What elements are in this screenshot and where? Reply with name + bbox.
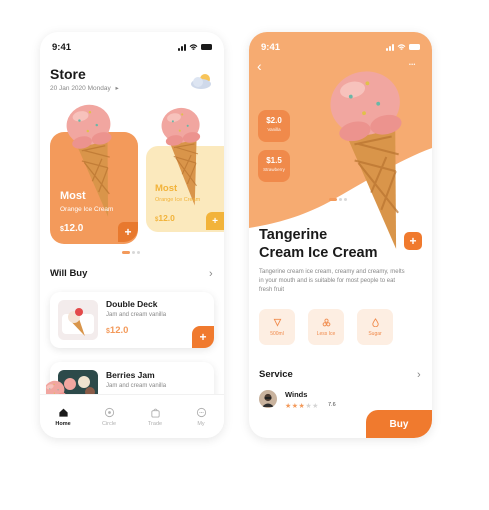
- featured-price: $12.0: [155, 213, 175, 223]
- product-detail-screen: 9:41 ‹ ••• $2.0 Vanilla $1.5 Strawberry …: [249, 32, 432, 438]
- product-title: Tangerine Cream Ice Cream: [259, 226, 389, 262]
- date-selector[interactable]: 20 Jan 2020 Monday ▸: [50, 84, 119, 92]
- service-chevron-icon[interactable]: ›: [417, 369, 421, 381]
- item-description: Jam and cream vanilla: [106, 383, 167, 389]
- store-screen: 9:41 Store 20 Jan 2020 Monday ▸ Most Ora…: [40, 32, 224, 438]
- back-button[interactable]: ‹: [257, 58, 262, 74]
- circle-icon: [104, 407, 114, 417]
- ice-icon: [322, 318, 330, 326]
- page-dot: [339, 198, 342, 201]
- feature-sugar[interactable]: Sugar: [357, 309, 393, 345]
- signal-icon: [386, 43, 394, 51]
- badge-price: $2.0: [266, 116, 282, 125]
- topping-badge-vanilla[interactable]: $2.0 Vanilla: [258, 110, 290, 142]
- page-dot: [132, 251, 135, 254]
- price-value: 12.0: [63, 223, 84, 234]
- signal-icon: [178, 43, 186, 51]
- page-title: Store: [50, 66, 86, 82]
- item-name: Double Deck: [106, 299, 158, 309]
- item-name: Berries Jam: [106, 370, 155, 380]
- cloud-sun-icon: [190, 72, 214, 95]
- avatar: [259, 390, 277, 408]
- featured-title: Most: [155, 183, 178, 194]
- add-item-button[interactable]: +: [192, 326, 214, 348]
- page-dot: [122, 251, 130, 254]
- badge-label: Strawberry: [263, 167, 285, 172]
- tab-label: My: [197, 420, 205, 427]
- item-description: Jam and cream vanilla: [106, 312, 167, 318]
- wifi-icon: [189, 43, 198, 50]
- tab-circle[interactable]: Circle: [94, 407, 124, 427]
- status-bar: 9:41: [52, 40, 212, 54]
- feature-ice[interactable]: Less Ice: [308, 309, 344, 345]
- star-rating: ★★★★★: [285, 403, 319, 410]
- page-dot: [329, 198, 337, 201]
- ice-cream-cone-image: [66, 100, 126, 220]
- product-thumbnail: [58, 300, 98, 340]
- featured-subtitle: Orange Ice Cream: [60, 206, 114, 213]
- feature-label: Sugar: [368, 330, 382, 337]
- tab-my[interactable]: My: [186, 407, 216, 427]
- home-icon: [58, 407, 69, 418]
- battery-icon: [201, 44, 212, 50]
- ice-cream-image: [62, 308, 94, 337]
- will-buy-chevron-icon[interactable]: ›: [209, 268, 213, 280]
- cup-icon: [273, 318, 281, 327]
- tab-trade[interactable]: Trade: [140, 407, 170, 427]
- reviewer-name: Winds: [285, 390, 308, 399]
- tab-label: Home: [55, 420, 71, 427]
- status-time: 9:41: [52, 41, 72, 53]
- product-title-line1: Tangerine: [259, 227, 328, 243]
- product-title-line2: Cream Ice Cream: [259, 245, 378, 261]
- service-title: Service: [259, 369, 293, 380]
- page-dot: [344, 198, 347, 201]
- chat-icon: [196, 407, 206, 417]
- feature-label: Less Ice: [316, 330, 336, 337]
- feature-volume[interactable]: 500ml: [259, 309, 295, 345]
- add-to-cart-button[interactable]: +: [404, 232, 422, 250]
- rating-value: 7.6: [328, 402, 336, 408]
- battery-icon: [409, 44, 420, 50]
- will-buy-title: Will Buy: [50, 268, 88, 279]
- product-description: Tangerine cream ice cream, creamy and cr…: [259, 269, 405, 293]
- featured-subtitle: Orange Ice Cream: [155, 197, 201, 203]
- feature-label: 500ml: [270, 330, 284, 337]
- featured-price: $12.0: [60, 223, 83, 234]
- tab-label: Circle: [101, 420, 117, 427]
- badge-price: $1.5: [266, 156, 282, 165]
- list-item[interactable]: Double Deck Jam and cream vanilla $12.0 …: [50, 292, 214, 348]
- topping-badge-strawberry[interactable]: $1.5 Strawberry: [258, 150, 290, 182]
- status-bar: 9:41: [261, 40, 420, 54]
- featured-title: Most: [60, 190, 86, 202]
- badge-label: Vanilla: [267, 127, 281, 132]
- tab-label: Trade: [147, 420, 163, 427]
- tab-bar: Home Circle Trade My: [40, 394, 224, 438]
- wifi-icon: [397, 43, 406, 50]
- price-value: 12.0: [109, 325, 129, 336]
- price-value: 12.0: [158, 213, 175, 223]
- buy-button[interactable]: Buy: [366, 410, 432, 438]
- date-arrow-icon: ▸: [115, 85, 119, 92]
- date-label: 20 Jan 2020 Monday: [50, 85, 111, 92]
- status-time: 9:41: [261, 41, 281, 53]
- carousel-indicator: [329, 198, 347, 201]
- bag-icon: [150, 408, 160, 418]
- tab-home[interactable]: Home: [48, 407, 78, 427]
- drop-icon: [371, 317, 379, 327]
- page-dot: [137, 251, 140, 254]
- carousel-indicator: [122, 251, 140, 254]
- add-featured-button[interactable]: +: [118, 222, 138, 242]
- item-price: $12.0: [106, 325, 128, 336]
- add-featured-button[interactable]: +: [206, 212, 224, 230]
